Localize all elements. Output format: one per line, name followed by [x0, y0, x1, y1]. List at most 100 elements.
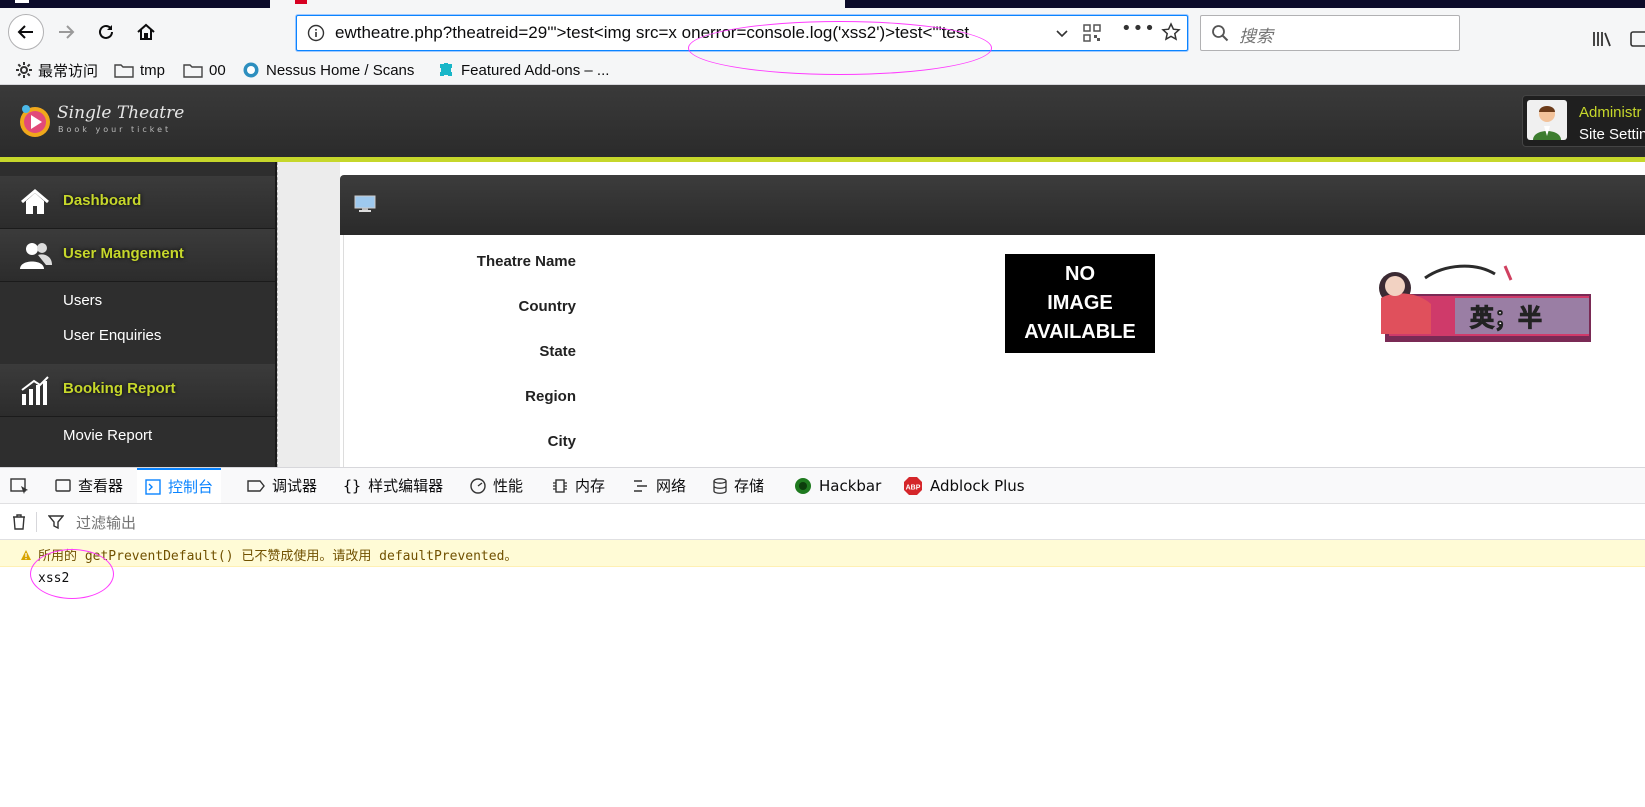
braces-icon: {} [343, 476, 362, 495]
home-icon [137, 23, 155, 40]
field-label-city: City [547, 433, 576, 450]
tab-performance[interactable]: 性能 [470, 468, 523, 503]
bookmark-label: 最常访问 [38, 62, 99, 80]
forward-button[interactable] [48, 14, 84, 50]
info-icon[interactable] [307, 24, 325, 46]
field-label-theatre-name: Theatre Name [476, 253, 576, 270]
nessus-icon [242, 61, 260, 79]
bookmark-addons[interactable]: Featured Add-ons – ... [437, 59, 609, 81]
search-input[interactable]: 搜索 [1200, 15, 1460, 51]
bookmark-label: Nessus Home / Scans [266, 61, 415, 79]
folder-icon [183, 62, 203, 78]
bookmark-label: 00 [209, 61, 226, 79]
bookmark-label: tmp [140, 61, 166, 79]
console-toolbar: 过滤输出 [0, 504, 1645, 540]
avatar [1527, 100, 1567, 140]
warning-icon [20, 546, 32, 565]
annotation-ellipse [688, 21, 992, 75]
tab-label: 内存 [575, 477, 606, 495]
active-tab[interactable] [270, 0, 845, 8]
database-icon [713, 477, 727, 494]
annotation-ellipse [30, 549, 114, 599]
console-icon [145, 478, 161, 495]
admin-name: Administr [1579, 104, 1642, 121]
tab-adblock-plus[interactable]: ABP Adblock Plus [903, 468, 1025, 503]
no-image-placeholder: NO IMAGE AVAILABLE [1005, 254, 1155, 353]
tab-favicon [295, 0, 307, 4]
bookmark-nessus[interactable]: Nessus Home / Scans [242, 59, 414, 81]
tab-inspector[interactable]: 查看器 [55, 468, 123, 503]
tab-label: Hackbar [819, 476, 882, 495]
reload-icon [99, 24, 113, 39]
filter-output-input[interactable]: 过滤输出 [76, 512, 136, 533]
sidebar-item-user-management[interactable]: User Mangement [0, 229, 275, 282]
tab-label: 查看器 [78, 477, 124, 495]
sidebar-item-label: Booking Report [63, 380, 176, 397]
panel-header [340, 175, 1645, 235]
filter-icon [47, 514, 65, 534]
logo-title: Single Theatre [57, 103, 185, 123]
users-icon [20, 241, 52, 273]
site-header: Single Theatre Book your ticket Administ… [0, 85, 1645, 157]
tab-console[interactable]: 控制台 [137, 468, 222, 503]
menu-icon[interactable] [15, 0, 29, 3]
sidebar-item-dashboard[interactable]: Dashboard [0, 176, 275, 229]
gauge-icon [470, 477, 486, 494]
tab-debugger[interactable]: 调试器 [247, 468, 317, 503]
bookmark-most-visited[interactable]: 最常访问 [16, 59, 98, 81]
back-arrow-icon [17, 25, 33, 39]
tab-label: 网络 [656, 477, 687, 495]
no-image-line: NO [1065, 263, 1095, 285]
banner-text: 英；半 [1470, 304, 1542, 332]
bookmark-folder-00[interactable]: 00 [183, 59, 226, 81]
toolbar-divider [36, 512, 37, 532]
sidebar-toggle-icon[interactable] [1630, 30, 1645, 52]
site-settings-link[interactable]: Site Settin [1579, 126, 1645, 143]
warning-text: 所用的 getPreventDefault() 已不赞成使用。请改用 defau… [38, 549, 518, 564]
site-sidebar: Dashboard User Mangement Users User Enqu… [0, 162, 275, 467]
monitor-icon [354, 195, 376, 217]
home-button[interactable] [128, 14, 164, 50]
tab-storage[interactable]: 存储 [713, 468, 764, 503]
no-image-line: IMAGE [1047, 292, 1113, 314]
no-image-line: AVAILABLE [1024, 321, 1136, 343]
sidebar-item-users[interactable]: Users [63, 292, 102, 309]
field-label-state: State [539, 343, 576, 360]
admin-menu[interactable]: Administr Site Settin [1522, 95, 1645, 147]
qr-code-icon[interactable] [1083, 24, 1101, 46]
puzzle-icon [437, 61, 455, 79]
tab-label: Adblock Plus [930, 476, 1025, 495]
tab-style-editor[interactable]: {} 样式编辑器 [343, 468, 443, 503]
chevron-down-icon[interactable] [1055, 25, 1069, 44]
reload-button[interactable] [88, 14, 124, 50]
tab-hackbar[interactable]: Hackbar [794, 468, 881, 503]
gear-icon [16, 62, 32, 78]
tab-label: 性能 [493, 477, 524, 495]
field-label-region: Region [525, 388, 576, 405]
abp-icon: ABP [903, 476, 923, 496]
logo-icon[interactable] [16, 101, 54, 143]
trash-icon[interactable] [11, 513, 27, 534]
inspector-icon [55, 478, 71, 494]
bookmark-star-icon[interactable] [1161, 22, 1181, 46]
devtools-tabbar: 查看器 控制台 调试器 {} 样式编辑器 性能 内存 网络 存储 Hackbar… [0, 468, 1645, 504]
home-icon [20, 188, 50, 220]
tab-memory[interactable]: 内存 [552, 468, 605, 503]
hackbar-icon [794, 477, 812, 495]
pick-element-button[interactable] [10, 468, 37, 503]
sidebar-item-user-enquiries[interactable]: User Enquiries [63, 327, 161, 344]
sidebar-item-label: Dashboard [63, 192, 142, 209]
sidebar-item-movie-report[interactable]: Movie Report [63, 427, 152, 444]
sidebar-item-booking-report[interactable]: Booking Report [0, 364, 275, 417]
tab-network[interactable]: 网络 [633, 468, 686, 503]
library-icon[interactable] [1592, 30, 1612, 52]
svg-text:ABP: ABP [906, 484, 921, 491]
back-button[interactable] [8, 14, 44, 50]
chart-icon [20, 376, 50, 410]
bookmark-folder-tmp[interactable]: tmp [114, 59, 165, 81]
tab-label: 控制台 [168, 478, 214, 496]
forward-arrow-icon [59, 25, 75, 39]
debugger-icon [247, 479, 265, 493]
page-actions-icon[interactable]: ••• [1121, 18, 1156, 39]
field-label-country: Country [518, 298, 577, 315]
